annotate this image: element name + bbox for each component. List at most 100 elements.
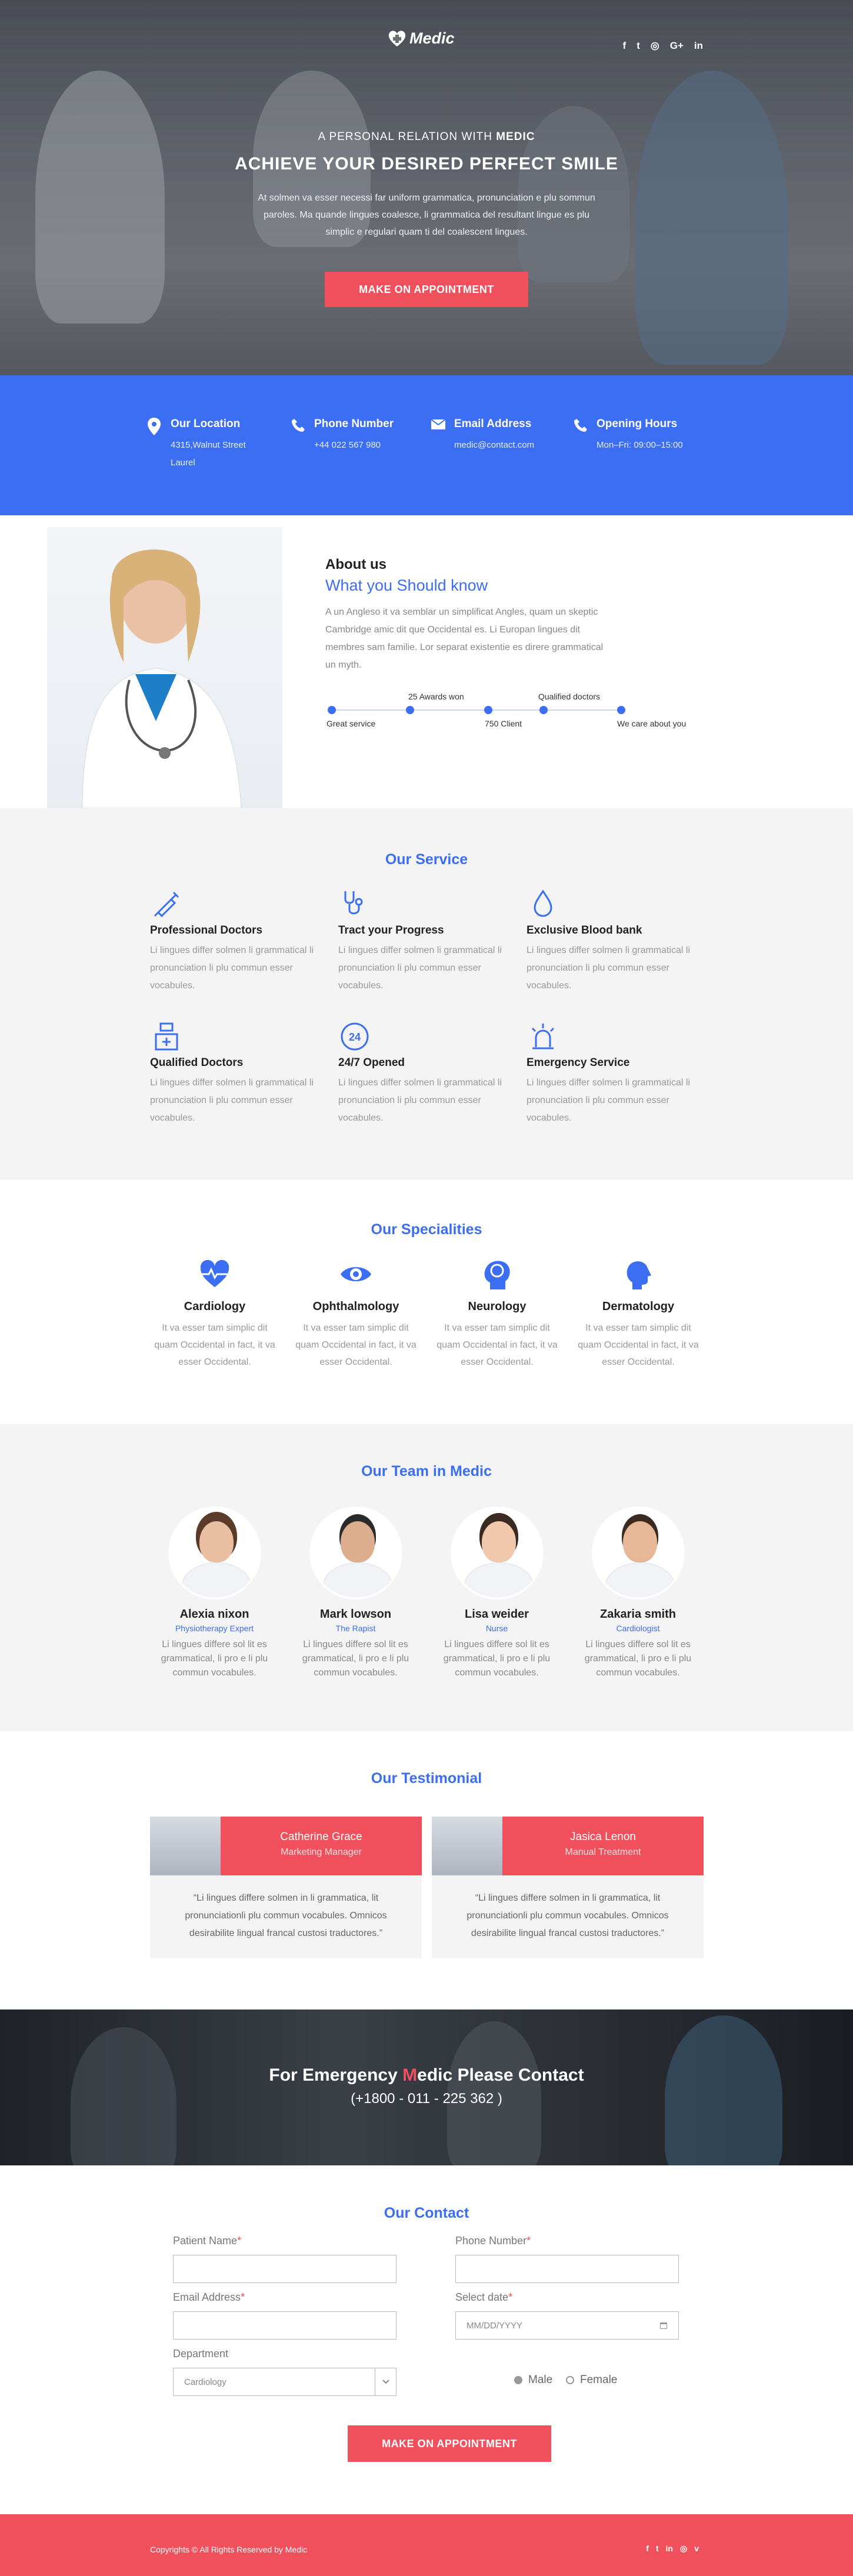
email-address-label: Email Address* [173,2291,245,2303]
avatar [168,1507,261,1599]
speciality-item[interactable]: Cardiology It va esser tam simplic dit q… [150,1257,279,1371]
team-section: Our Team in Medic Alexia nixon Physiothe… [0,1424,853,1731]
service-item: Qualified Doctors Li lingues differ solm… [150,1020,338,1127]
service-item: Tract your Progress Li lingues differ so… [338,888,527,995]
linkedin-icon[interactable]: in [666,2544,673,2554]
brand-logo[interactable]: Medic [387,28,455,48]
emergency-title: For Emergency Medic Please Contact [269,2065,584,2085]
envelope-icon [431,418,446,435]
contact-info-bar: Our Location 4315,Walnut Street Laurel Pho… [0,375,853,515]
facebook-icon[interactable]: f [646,2544,649,2554]
avatar [591,1507,685,1599]
service-section: Our Service Professional Doctors Li ling… [0,808,853,1180]
testimonial-quote: “Li lingues differe solmen in li grammat… [185,1893,387,1938]
contact-title: Our Contact [384,2205,469,2221]
gender-radio-male[interactable]: Male [514,2374,552,2387]
gender-radio-female[interactable]: Female [566,2374,617,2387]
department-label: Department [173,2348,229,2360]
instagram-icon[interactable]: ◎ [651,40,659,52]
instagram-icon[interactable]: ◎ [680,2544,687,2554]
twitter-icon[interactable]: t [637,40,640,52]
header-social-links: f t ◎ G+ in [623,40,703,52]
copyright-text: Copyrights © All Rights Reserved by Medi… [150,2545,308,2554]
service-item: Exclusive Blood bank Li lingues differ s… [527,888,715,995]
testimonial-card: Catherine Grace Marketing Manager “Li li… [150,1817,422,1958]
stethoscope-icon [338,888,371,921]
avatar [309,1507,402,1599]
patient-name-label: Patient Name* [173,2235,242,2247]
timeline-dot [328,706,336,714]
speciality-item[interactable]: Dermatology It va esser tam simplic dit … [574,1257,703,1371]
contact-appointment-button[interactable]: MAKE ON APPOINTMENT [348,2425,551,2462]
about-subheading: What you Should know [325,576,488,594]
contact-section: Our Contact Patient Name* Phone Number* … [0,2165,853,2514]
blood-drop-icon [527,888,559,921]
syringe-icon [150,888,183,921]
hero-section: Medic f t ◎ G+ in A PERSONAL RELATION WI… [0,0,853,375]
team-member-card[interactable]: Alexia nixon Physiotherapy Expert Li lin… [145,1507,284,1680]
eye-icon [338,1257,374,1292]
team-member-card[interactable]: Zakaria smith Cardiologist Li lingues di… [569,1507,707,1680]
linkedin-icon[interactable]: in [694,40,703,52]
select-date-label: Select date* [455,2291,513,2303]
footer-social-links: f t in ◎ v [646,2544,699,2554]
location-pin-icon [147,418,162,435]
about-section: About us What you Should know A un Angle… [0,515,853,808]
timeline-label: Qualified doctors [538,692,601,701]
avatar [450,1507,544,1599]
timeline-label: Great service [326,719,376,728]
facebook-icon[interactable]: f [623,40,627,52]
info-hours: Opening Hours Mon–Fri: 09:00–15:00 [573,418,683,454]
date-placeholder: MM/DD/YYYY [467,2320,523,2331]
radio-dot [514,2376,522,2384]
about-heading: About us [325,556,386,572]
timeline-dot [406,706,414,714]
email-address-field[interactable] [173,2311,396,2340]
heartbeat-icon [197,1257,232,1292]
timeline-dot [484,706,492,714]
testimonial-photo [432,1817,502,1875]
nurse-icon [150,1020,183,1053]
24-hours-icon: 24 [338,1020,371,1053]
testimonial-section: Our Testimonial Catherine Grace Marketin… [0,1731,853,2010]
twitter-icon[interactable]: t [656,2544,659,2554]
testimonial-title: Our Testimonial [371,1770,482,1787]
hero-appointment-button[interactable]: MAKE ON APPOINTMENT [325,272,528,307]
team-title: Our Team in Medic [361,1463,492,1479]
about-text: A un Angleso it va semblar un simplifica… [325,607,604,670]
timeline-label: 750 Client [485,719,522,728]
emergency-section: For Emergency Medic Please Contact (+180… [0,2010,853,2165]
phone-icon [291,418,306,435]
service-item: Emergency Service Li lingues differ solm… [527,1020,715,1127]
speciality-item[interactable]: Neurology It va esser tam simplic dit qu… [432,1257,562,1371]
department-select[interactable]: Cardiology [173,2368,396,2396]
24-hours-glyph: 24 [349,1031,361,1043]
emergency-phone: (+1800 - 011 - 225 362 ) [351,2091,502,2107]
hero-text: At solmen va esser necessi far uniform g… [258,193,595,237]
testimonial-card: Jasica Lenon Manual Treatment “Li lingue… [432,1817,704,1958]
info-location: Our Location 4315,Walnut Street Laurel [147,418,246,472]
team-member-card[interactable]: Mark lowson The Rapist Li lingues differ… [286,1507,425,1680]
speciality-item[interactable]: Ophthalmology It va esser tam simplic di… [291,1257,421,1371]
brand-name: Medic [409,29,455,47]
info-phone: Phone Number +44 022 567 980 [291,418,394,454]
about-timeline-line [331,709,622,711]
info-email: Email Address medic@contact.com [431,418,534,454]
date-picker-field[interactable]: MM/DD/YYYY [455,2311,679,2340]
patient-name-field[interactable] [173,2255,396,2283]
phone-number-field[interactable] [455,2255,679,2283]
google-plus-icon[interactable]: G+ [670,40,684,52]
vimeo-icon[interactable]: v [694,2544,699,2554]
hero-title: ACHIEVE YOUR DESIRED PERFECT SMILE [235,154,618,174]
department-value: Cardiology [184,2377,226,2387]
siren-icon [527,1020,559,1053]
head-profile-icon [621,1257,656,1292]
team-member-card[interactable]: Lisa weider Nurse Li lingues differe sol… [428,1507,566,1680]
service-item: Professional Doctors Li lingues differ s… [150,888,338,995]
timeline-label: We care about you [617,719,687,728]
clock-phone-icon [573,418,588,435]
testimonial-photo [150,1817,221,1875]
timeline-label: 25 Awards won [408,692,464,701]
specialities-section: Our Specialities Cardiology It va esser … [0,1180,853,1424]
calendar-icon[interactable] [659,2321,668,2330]
